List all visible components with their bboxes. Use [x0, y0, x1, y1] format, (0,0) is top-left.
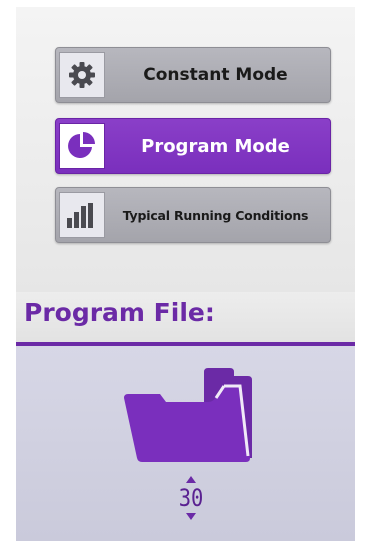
program-file-number-stepper[interactable]: 30 — [166, 476, 216, 536]
program-file-panel: 30 — [16, 346, 355, 541]
bar-chart-icon — [59, 192, 105, 238]
constant-mode-button[interactable]: Constant Mode — [55, 47, 331, 103]
program-file-title: Program File: — [24, 298, 215, 327]
program-mode-button[interactable]: Program Mode — [55, 118, 331, 174]
mode-menu: Constant Mode Program Mode Typical Runni… — [16, 7, 355, 297]
typical-running-conditions-button[interactable]: Typical Running Conditions — [55, 187, 331, 243]
gear-icon — [59, 52, 105, 98]
typical-running-conditions-label: Typical Running Conditions — [122, 207, 309, 223]
folder-icon[interactable] — [120, 366, 258, 466]
pie-chart-icon — [59, 123, 105, 169]
increment-arrow-icon[interactable] — [186, 476, 196, 483]
program-mode-label: Program Mode — [141, 135, 290, 157]
constant-mode-label: Constant Mode — [143, 65, 288, 85]
program-file-number: 30 — [178, 484, 204, 512]
display-screen: Constant Mode Program Mode Typical Runni… — [16, 7, 355, 541]
program-file-header: Program File: — [16, 292, 355, 344]
decrement-arrow-icon[interactable] — [186, 513, 196, 520]
